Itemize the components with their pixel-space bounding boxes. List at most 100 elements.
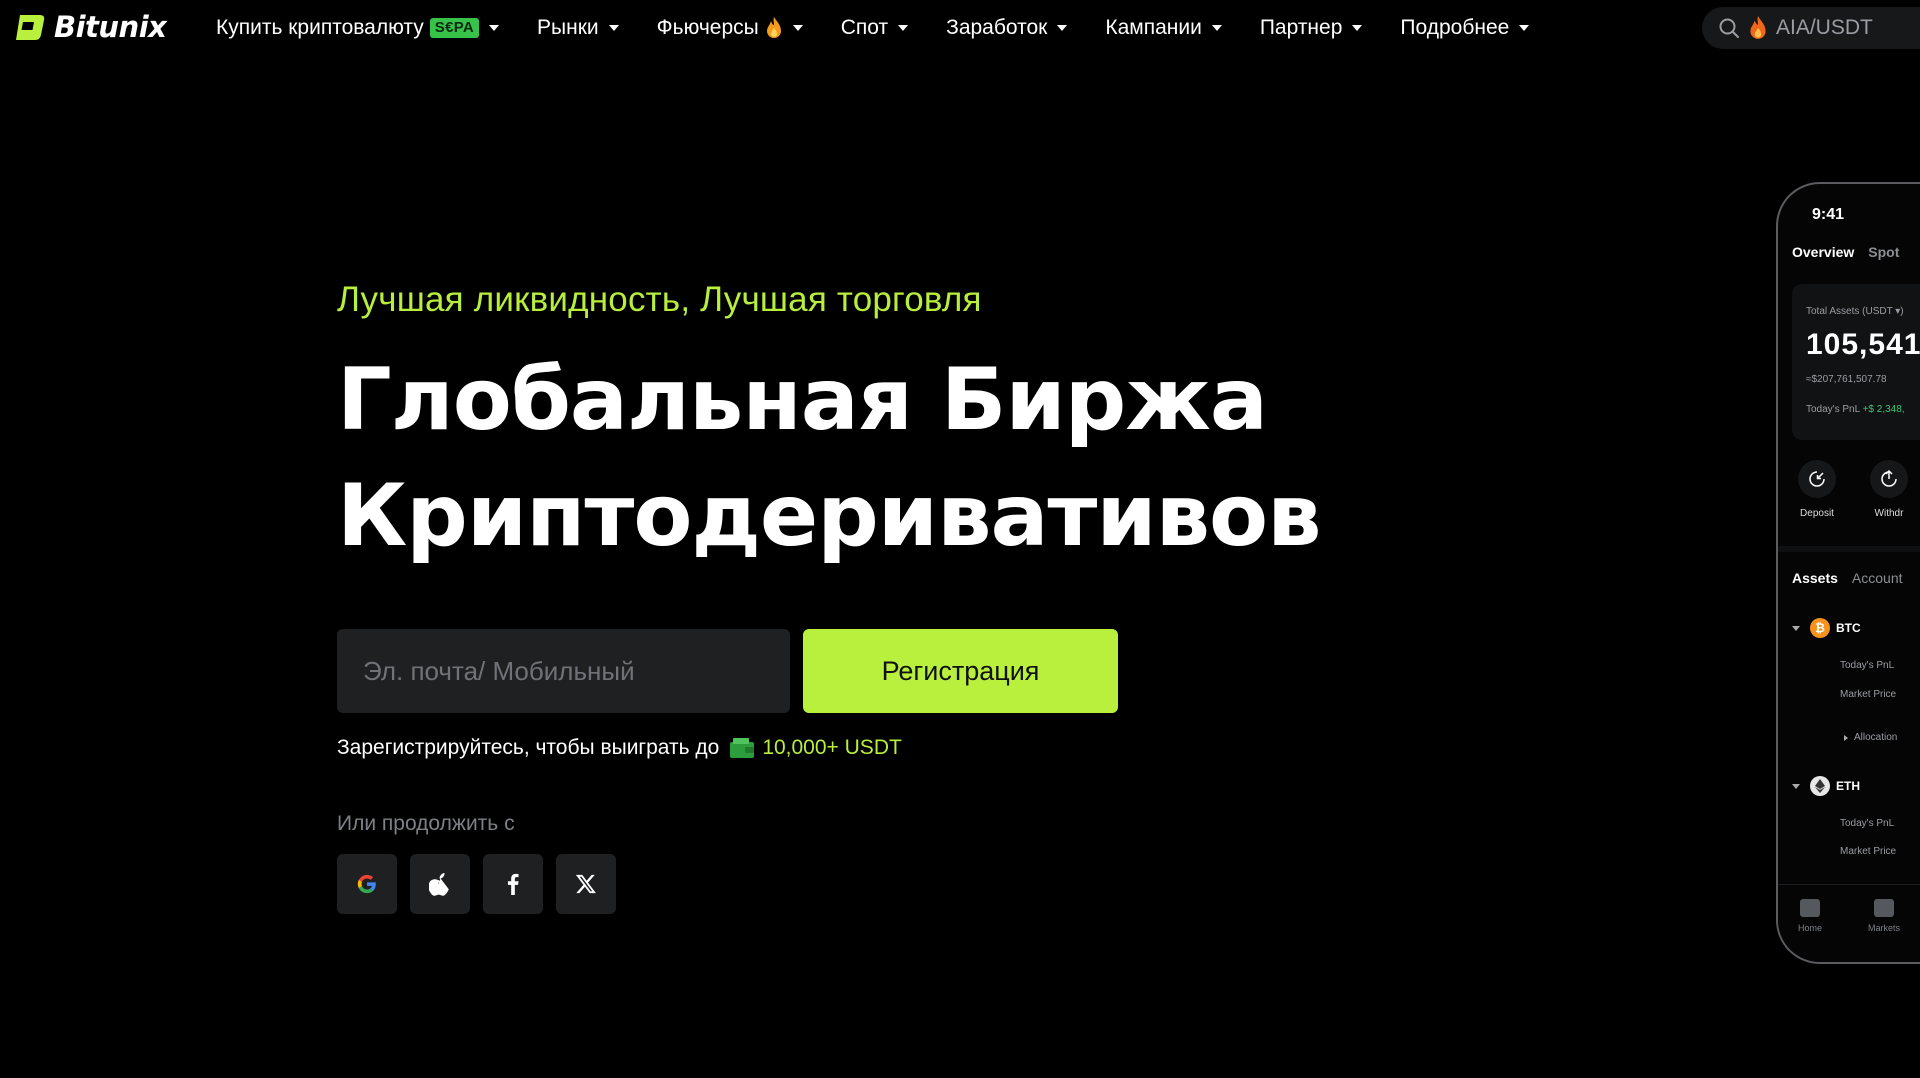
x-login-button[interactable] bbox=[556, 854, 616, 914]
phone-total-assets-value: 105,541, bbox=[1806, 328, 1920, 361]
nav-more[interactable]: Подробнее bbox=[1400, 0, 1530, 56]
search-icon bbox=[1719, 18, 1739, 38]
phone-nav-home-label: Home bbox=[1798, 923, 1823, 933]
chevron-down-icon bbox=[1057, 25, 1068, 31]
phone-withdraw-label: Withdr bbox=[1874, 508, 1904, 519]
google-login-button[interactable] bbox=[337, 854, 397, 914]
eth-coin-icon bbox=[1810, 776, 1830, 796]
phone-deposit-label: Deposit bbox=[1800, 508, 1834, 519]
phone-btc-allocation-label: Allocation bbox=[1854, 732, 1898, 743]
phone-asset-btc-symbol: BTC bbox=[1836, 621, 1861, 635]
phone-tabs: Overview Spot bbox=[1792, 244, 1899, 260]
phone-tab-overview: Overview bbox=[1792, 244, 1855, 260]
search-trending-pair: AIA/USDT bbox=[1776, 16, 1873, 39]
deposit-icon bbox=[1809, 471, 1825, 487]
nav-spot-label: Спот bbox=[840, 16, 889, 39]
nav-futures[interactable]: Фьючерсы bbox=[657, 0, 803, 56]
continue-with-label: Или продолжить с bbox=[337, 812, 515, 835]
phone-tab-spot: Spot bbox=[1868, 244, 1900, 260]
bitunix-logo-mark-icon bbox=[16, 15, 45, 40]
home-icon bbox=[1800, 899, 1820, 917]
phone-eth-pnl-label: Today's PnL bbox=[1840, 818, 1895, 829]
phone-pnl: Today's PnL +$ 2,348, bbox=[1806, 404, 1905, 415]
nav-markets[interactable]: Рынки bbox=[537, 0, 619, 56]
fire-icon bbox=[766, 17, 781, 38]
chevron-down-icon bbox=[1519, 25, 1530, 31]
bitunix-logo[interactable]: Bitunix bbox=[14, 10, 167, 44]
expand-triangle-icon bbox=[1792, 783, 1800, 789]
nav-more-label: Подробнее bbox=[1400, 16, 1510, 39]
phone-asset-eth: ETH bbox=[1792, 776, 1860, 796]
sepa-badge: S€PA bbox=[429, 18, 480, 38]
brand-name: Bitunix bbox=[54, 10, 167, 44]
btc-coin-icon: ₿ bbox=[1810, 618, 1830, 638]
register-button[interactable]: Регистрация bbox=[803, 629, 1118, 713]
chevron-down-icon bbox=[792, 25, 803, 31]
main-nav: Купить криптовалюту S€PA Рынки Фьючерсы … bbox=[216, 0, 1530, 56]
nav-buy-crypto[interactable]: Купить криптовалюту S€PA bbox=[216, 0, 500, 56]
phone-bottom-nav: Home Markets bbox=[1778, 884, 1920, 962]
phone-actions: Deposit Withdr bbox=[1792, 460, 1914, 519]
chevron-down-icon bbox=[1352, 25, 1363, 31]
phone-subtabs: Assets Account bbox=[1792, 570, 1903, 586]
phone-total-assets-usd: ≈$207,761,507.78 bbox=[1806, 374, 1887, 385]
hero-tagline: Лучшая ликвидность, Лучшая торговля bbox=[337, 280, 982, 319]
nav-partner[interactable]: Партнер bbox=[1260, 0, 1363, 56]
hero-headline-line1: Глобальная Биржа bbox=[337, 350, 1268, 450]
top-navigation-bar: Bitunix Купить криптовалюту S€PA Рынки Ф… bbox=[0, 0, 1920, 56]
apple-login-button[interactable] bbox=[410, 854, 470, 914]
nav-buy-crypto-label: Купить криптовалюту bbox=[216, 16, 424, 39]
phone-btc-pnl-label: Today's PnL bbox=[1840, 660, 1895, 671]
promo-amount: 10,000+ USDT bbox=[762, 736, 902, 759]
hero-headline-line2: Криптодеривативов bbox=[337, 466, 1322, 566]
nav-spot[interactable]: Спот bbox=[840, 0, 909, 56]
expand-triangle-icon bbox=[1792, 625, 1800, 631]
phone-divider bbox=[1778, 546, 1920, 552]
phone-eth-price-label: Market Price bbox=[1840, 846, 1897, 857]
hero-headline: Глобальная Биржа Криптодеривативов bbox=[337, 342, 1337, 574]
nav-campaigns-label: Кампании bbox=[1105, 16, 1202, 39]
phone-pnl-label: Today's PnL bbox=[1806, 404, 1860, 415]
phone-status-time: 9:41 bbox=[1812, 206, 1845, 223]
phone-pnl-value: +$ 2,348, bbox=[1862, 404, 1905, 415]
phone-subtab-assets: Assets bbox=[1792, 570, 1838, 586]
nav-campaigns[interactable]: Кампании bbox=[1105, 0, 1222, 56]
nav-partner-label: Партнер bbox=[1259, 16, 1343, 39]
phone-mockup: 9:41 Overview Spot Total Assets (USDT ▾)… bbox=[1776, 182, 1920, 964]
google-icon bbox=[357, 874, 376, 894]
chevron-down-icon bbox=[898, 25, 909, 31]
phone-btc-price-label: Market Price bbox=[1840, 689, 1897, 700]
promo-text: Зарегистрируйтесь, чтобы выиграть до bbox=[337, 736, 720, 759]
x-icon bbox=[575, 874, 596, 894]
wallet-gift-icon bbox=[730, 738, 755, 758]
nav-futures-label: Фьючерсы bbox=[656, 16, 759, 39]
facebook-login-button[interactable] bbox=[483, 854, 543, 914]
nav-earn[interactable]: Заработок bbox=[946, 0, 1068, 56]
chevron-down-icon bbox=[1211, 25, 1222, 31]
phone-total-assets-label: Total Assets (USDT ▾) bbox=[1806, 306, 1904, 317]
email-phone-input[interactable] bbox=[337, 629, 790, 713]
apple-icon bbox=[429, 873, 449, 896]
signup-form: Регистрация bbox=[337, 629, 1118, 713]
chevron-down-icon bbox=[489, 25, 500, 31]
phone-subtab-account: Account bbox=[1851, 570, 1903, 586]
phone-nav-markets-label: Markets bbox=[1868, 923, 1901, 933]
signup-promo: Зарегистрируйтесь, чтобы выиграть до 10,… bbox=[337, 736, 902, 760]
search-box[interactable]: AIA/USDT bbox=[1702, 7, 1920, 49]
phone-asset-eth-symbol: ETH bbox=[1836, 779, 1860, 793]
phone-deposit-action: Deposit bbox=[1792, 460, 1842, 519]
chevron-down-icon bbox=[608, 25, 619, 31]
collapsed-triangle-icon bbox=[1844, 734, 1848, 741]
nav-earn-label: Заработок bbox=[946, 16, 1048, 39]
markets-icon bbox=[1874, 899, 1894, 917]
hero-section: Лучшая ликвидность, Лучшая торговля Глоб… bbox=[337, 280, 1337, 574]
social-login-row bbox=[337, 854, 616, 914]
facebook-icon bbox=[507, 873, 519, 895]
phone-withdraw-action: Withdr bbox=[1864, 460, 1914, 519]
phone-nav-markets: Markets bbox=[1868, 899, 1900, 933]
nav-markets-label: Рынки bbox=[537, 16, 599, 39]
phone-asset-btc: ₿ BTC bbox=[1792, 618, 1861, 638]
phone-total-assets-card: Total Assets (USDT ▾) 105,541, ≈$207,761… bbox=[1792, 284, 1920, 440]
withdraw-icon bbox=[1881, 470, 1897, 487]
fire-icon bbox=[1750, 16, 1766, 39]
